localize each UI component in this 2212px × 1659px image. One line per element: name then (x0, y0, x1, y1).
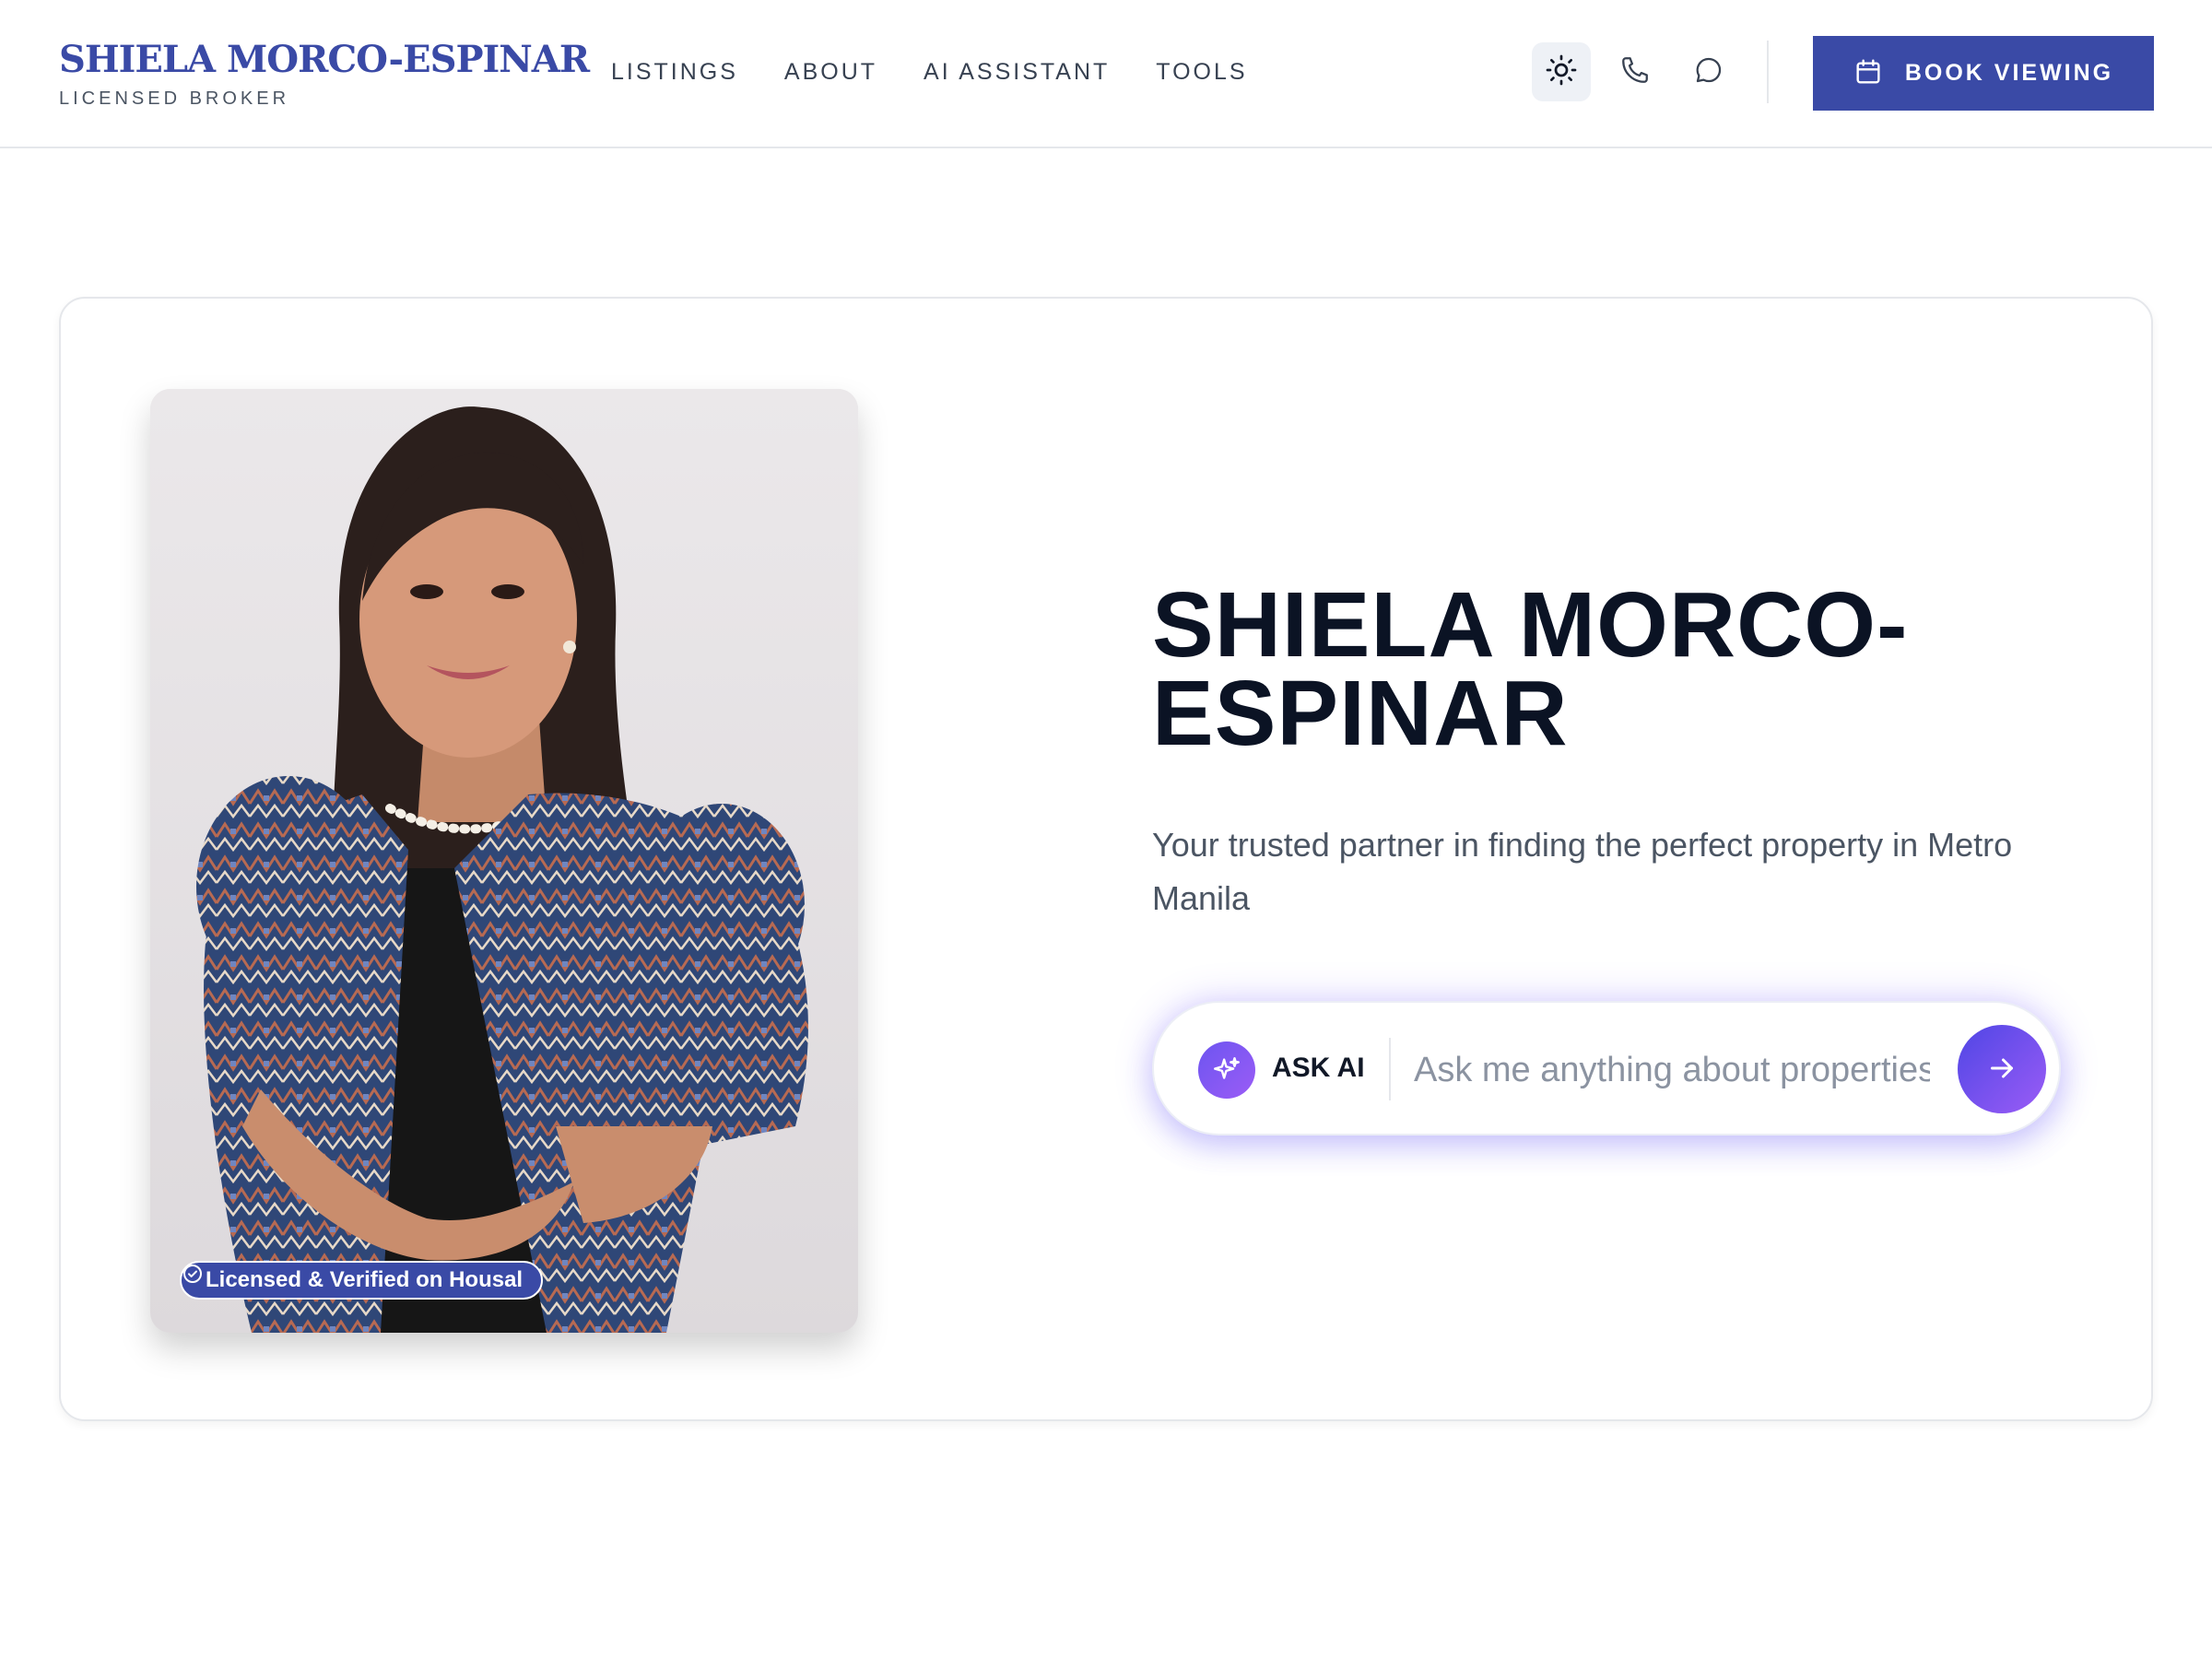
header-divider (1767, 41, 1769, 103)
ask-ai-divider (1389, 1038, 1391, 1100)
hero-title: SHIELA MORCO-ESPINAR (1152, 573, 1909, 765)
ask-ai-bar: ASK AI (1152, 1001, 2061, 1135)
broker-portrait-photo: Licensed & Verified on Housal (150, 389, 858, 1333)
ask-ai-label: ASK AI (1272, 1053, 1365, 1083)
sparkle-icon (1198, 1041, 1255, 1099)
nav-item-tools[interactable]: TOOLS (1156, 57, 1247, 87)
phone-icon (1619, 54, 1651, 90)
book-viewing-label: BOOK VIEWING (1904, 60, 2114, 86)
sun-icon (1545, 53, 1578, 91)
arrow-right-icon (1985, 1052, 2018, 1088)
verified-badge-label: Licensed & Verified on Housal (206, 1267, 524, 1292)
brand-logo[interactable]: SHIELA MORCO-ESPINAR LICENSED BROKER (59, 37, 590, 110)
nav-item-ai-assistant[interactable]: AI ASSISTANT (924, 57, 1110, 87)
verified-badge: Licensed & Verified on Housal (180, 1261, 544, 1300)
book-viewing-button[interactable]: BOOK VIEWING (1813, 36, 2154, 111)
site-header: SHIELA MORCO-ESPINAR LICENSED BROKER LIS… (0, 0, 2212, 148)
chat-button[interactable] (1679, 42, 1738, 101)
ask-ai-input[interactable] (1414, 1040, 1930, 1100)
chat-bubble-icon (1693, 54, 1724, 90)
nav-item-about[interactable]: ABOUT (784, 57, 877, 87)
brand-name: SHIELA MORCO-ESPINAR (59, 38, 590, 81)
portrait-illustration (150, 389, 858, 1333)
brand-subtitle: LICENSED BROKER (59, 88, 290, 109)
theme-toggle-button[interactable] (1532, 42, 1591, 101)
ask-ai-send-button[interactable] (1958, 1025, 2046, 1113)
calendar-icon (1853, 57, 1883, 89)
phone-button[interactable] (1606, 42, 1665, 101)
hero-subtitle: Your trusted partner in finding the perf… (1152, 826, 2013, 917)
hero-card: Licensed & Verified on Housal SHIELA MOR… (59, 297, 2153, 1421)
main-nav: LISTINGS ABOUT AI ASSISTANT TOOLS (611, 57, 1248, 87)
nav-item-listings[interactable]: LISTINGS (611, 57, 738, 87)
